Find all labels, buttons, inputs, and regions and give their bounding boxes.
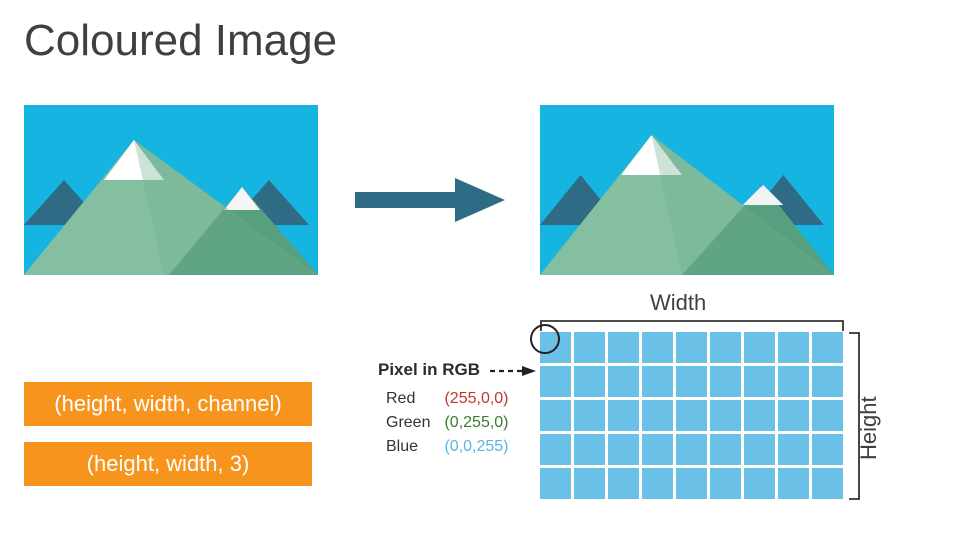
- width-bracket: [540, 318, 844, 332]
- pixel-marker-circle: [530, 324, 560, 354]
- pixel-cell: [676, 332, 707, 363]
- pixel-cell: [540, 400, 571, 431]
- pixel-cell: [812, 468, 843, 499]
- pixel-cell: [778, 332, 809, 363]
- pixel-cell: [710, 434, 741, 465]
- pixel-cell: [778, 366, 809, 397]
- pixel-cell: [710, 366, 741, 397]
- pixel-cell: [608, 468, 639, 499]
- pixel-cell: [778, 434, 809, 465]
- blue-tuple: (0,0,255): [438, 436, 514, 458]
- rgb-legend: Pixel in RGB Red (255,0,0) Green (0,255,…: [378, 360, 538, 460]
- pixel-label: Pixel in RGB: [378, 360, 480, 379]
- pixelated-image: [540, 105, 834, 275]
- arrow-icon: [355, 175, 505, 225]
- pixel-cell: [676, 434, 707, 465]
- pixel-cell: [574, 332, 605, 363]
- shape-tuple-generic: (height, width, channel): [24, 382, 312, 426]
- pixel-cell: [676, 400, 707, 431]
- pixel-cell: [608, 366, 639, 397]
- pixel-cell: [574, 434, 605, 465]
- pixel-cell: [676, 366, 707, 397]
- height-label: Height: [856, 396, 882, 460]
- pixel-cell: [812, 332, 843, 363]
- pixel-cell: [744, 400, 775, 431]
- pixel-cell: [778, 468, 809, 499]
- pixel-cell: [710, 332, 741, 363]
- pixel-cell: [642, 434, 673, 465]
- shape-tuple-rgb: (height, width, 3): [24, 442, 312, 486]
- blue-label: Blue: [380, 436, 436, 458]
- red-tuple: (255,0,0): [438, 388, 514, 410]
- width-label: Width: [650, 290, 706, 316]
- pixel-cell: [812, 434, 843, 465]
- pixel-cell: [540, 434, 571, 465]
- green-label: Green: [380, 412, 436, 434]
- page-title: Coloured Image: [24, 16, 337, 66]
- pixel-grid: [540, 332, 843, 499]
- pixel-cell: [540, 366, 571, 397]
- red-label: Red: [380, 388, 436, 410]
- source-image: [24, 105, 318, 275]
- pixel-cell: [608, 434, 639, 465]
- pixel-cell: [540, 468, 571, 499]
- dashed-arrow-icon: [488, 364, 538, 378]
- pixel-cell: [778, 400, 809, 431]
- pixel-cell: [642, 400, 673, 431]
- pixel-cell: [574, 366, 605, 397]
- pixel-cell: [710, 468, 741, 499]
- pixel-cell: [744, 434, 775, 465]
- pixel-cell: [642, 366, 673, 397]
- pixel-cell: [710, 400, 741, 431]
- pixel-cell: [812, 366, 843, 397]
- pixel-cell: [608, 400, 639, 431]
- pixel-cell: [744, 366, 775, 397]
- green-tuple: (0,255,0): [438, 412, 514, 434]
- pixel-cell: [812, 400, 843, 431]
- pixel-cell: [676, 468, 707, 499]
- pixel-cell: [608, 332, 639, 363]
- pixel-cell: [744, 468, 775, 499]
- pixel-cell: [574, 400, 605, 431]
- pixel-cell: [744, 332, 775, 363]
- pixel-cell: [574, 468, 605, 499]
- pixel-cell: [642, 468, 673, 499]
- pixel-cell: [642, 332, 673, 363]
